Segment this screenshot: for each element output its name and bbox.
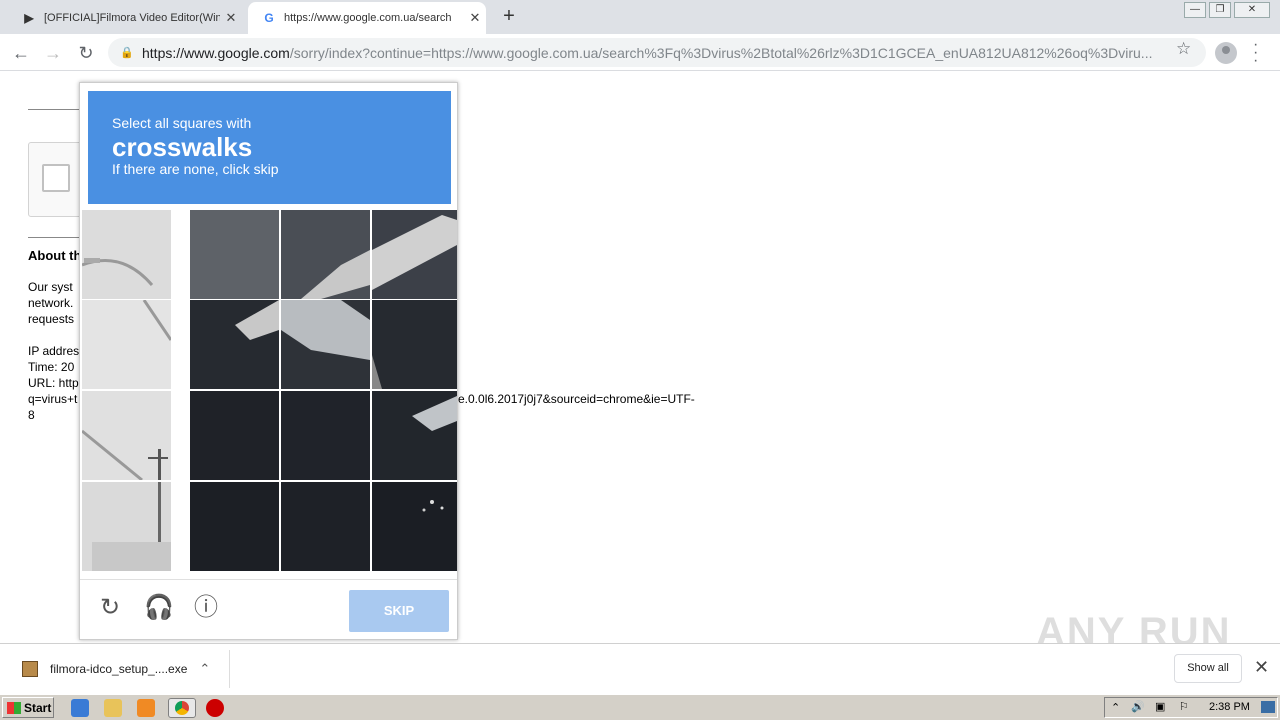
profile-avatar-icon[interactable] <box>1215 42 1237 64</box>
captcha-tile[interactable] <box>372 391 457 480</box>
close-window-button[interactable]: ✕ <box>1234 2 1270 18</box>
tab-strip: ▶ [OFFICIAL]Filmora Video Editor(Wind ✕ … <box>0 0 1280 34</box>
installer-file-icon <box>22 661 38 677</box>
download-item[interactable]: filmora-idco_setup_....exe ⌃ <box>12 650 230 688</box>
captcha-tile[interactable] <box>190 391 279 480</box>
captcha-instruction: Select all squares with <box>112 115 252 131</box>
captcha-keyword: crosswalks <box>112 132 253 162</box>
screen: ▶ [OFFICIAL]Filmora Video Editor(Wind ✕ … <box>0 0 1280 720</box>
recaptcha-checkbox[interactable] <box>42 164 70 192</box>
captcha-tile[interactable] <box>82 391 171 482</box>
opera-icon[interactable] <box>206 699 224 717</box>
browser-toolbar: ← → ↻ 🔒 https://www.google.com /sorry/in… <box>0 34 1280 71</box>
text-line: IP addres <box>28 344 80 358</box>
back-icon[interactable]: ← <box>8 40 34 66</box>
tab-google[interactable]: G https://www.google.com.ua/search ✕ <box>248 2 486 34</box>
address-bar[interactable]: 🔒 https://www.google.com /sorry/index?co… <box>108 38 1206 67</box>
google-favicon-icon: G <box>264 11 274 25</box>
show-desktop-icon[interactable] <box>1261 701 1275 713</box>
media-player-icon[interactable] <box>137 699 155 717</box>
road-image <box>422 500 444 512</box>
text-line: Our syst <box>28 280 73 294</box>
chevron-up-icon[interactable]: ⌃ <box>199 661 210 677</box>
chrome-taskbar-button[interactable] <box>168 698 196 718</box>
road-image <box>372 355 382 389</box>
flag-icon[interactable]: ⚐ <box>1179 700 1189 713</box>
tab-close-icon[interactable]: ✕ <box>220 10 242 26</box>
captcha-tile[interactable] <box>372 210 457 299</box>
captcha-tile[interactable] <box>82 482 171 571</box>
bookmark-star-icon[interactable]: ☆ <box>1176 39 1191 59</box>
ie-icon[interactable] <box>71 699 89 717</box>
pole-image <box>82 429 168 482</box>
info-icon[interactable]: ⓘ <box>192 594 220 622</box>
captcha-tile[interactable] <box>372 482 457 571</box>
captcha-hint: If there are none, click skip <box>112 161 279 177</box>
skip-button[interactable]: SKIP <box>349 590 449 632</box>
new-tab-button[interactable]: + <box>498 6 520 28</box>
lock-icon: 🔒 <box>120 47 134 59</box>
reload-icon[interactable]: ↻ <box>73 40 99 66</box>
minimize-button[interactable]: — <box>1184 2 1206 18</box>
explorer-icon[interactable] <box>104 699 122 717</box>
captcha-tile[interactable] <box>281 210 370 299</box>
tab-title: [OFFICIAL]Filmora Video Editor(Wind <box>44 12 220 24</box>
text-line: Time: 20 <box>28 360 75 374</box>
tab-title: https://www.google.com.ua/search <box>284 12 452 24</box>
streetlight-image <box>82 258 154 286</box>
crosswalk-stripe <box>235 300 279 340</box>
download-file-name: filmora-idco_setup_....exe <box>50 662 188 676</box>
network-icon[interactable]: ▣ <box>1155 700 1165 713</box>
captcha-tile[interactable] <box>82 210 171 299</box>
kebab-menu-icon[interactable]: · · · <box>1253 37 1258 69</box>
crosswalk-stripe <box>372 215 457 290</box>
captcha-header: Select all squares with crosswalks If th… <box>88 91 451 204</box>
start-label: Start <box>24 700 52 715</box>
start-button[interactable]: Start <box>2 697 54 718</box>
captcha-dialog: Select all squares with crosswalks If th… <box>79 82 458 640</box>
system-tray: ⌃ 🔊 ▣ ⚐ 2:38 PM <box>1104 697 1278 718</box>
tray-expand-icon[interactable]: ⌃ <box>1111 701 1120 714</box>
crosswalk-stripe <box>412 396 457 431</box>
windows-logo-icon <box>7 701 21 714</box>
captcha-tile[interactable] <box>281 300 370 389</box>
text-line: network. <box>28 296 74 310</box>
url-text-tail: e.0.0l6.2017j0j7&sourceid=chrome&ie=UTF- <box>458 392 695 406</box>
show-all-button[interactable]: Show all <box>1174 654 1242 683</box>
restore-button[interactable]: ❐ <box>1209 2 1231 18</box>
text-line: 8 <box>28 408 35 422</box>
forward-icon[interactable]: → <box>40 40 66 66</box>
pole-image <box>92 482 171 571</box>
clock: 2:38 PM <box>1209 701 1250 713</box>
captcha-tile[interactable] <box>190 210 279 299</box>
captcha-tile[interactable] <box>82 299 173 389</box>
about-heading: About th <box>28 248 82 263</box>
captcha-tile[interactable] <box>372 300 457 389</box>
tab-close-icon[interactable]: ✕ <box>464 10 486 26</box>
crosswalk-stripe <box>301 250 370 299</box>
captcha-tile[interactable] <box>281 482 370 571</box>
volume-icon[interactable]: 🔊 <box>1131 700 1145 713</box>
pole-image <box>142 299 173 341</box>
taskbar: Start ⌃ 🔊 ▣ ⚐ 2:38 PM <box>0 694 1280 720</box>
close-download-bar-icon[interactable]: ✕ <box>1254 657 1269 678</box>
url-path: /sorry/index?continue=https://www.google… <box>289 44 1153 61</box>
captcha-footer: ↻ 🎧 ⓘ SKIP <box>80 579 457 639</box>
text-line: q=virus+t <box>28 392 78 406</box>
chrome-icon <box>175 701 189 715</box>
text-line: URL: http <box>28 376 79 390</box>
url-host: https://www.google.com <box>142 44 290 61</box>
crosswalk-stripe <box>281 300 370 360</box>
reload-challenge-icon[interactable]: ↻ <box>96 594 124 622</box>
download-bar: filmora-idco_setup_....exe ⌃ Show all ✕ <box>0 643 1280 693</box>
audio-challenge-icon[interactable]: 🎧 <box>144 594 174 622</box>
filmora-favicon-icon: ▶ <box>24 11 34 25</box>
captcha-tile[interactable] <box>190 482 279 571</box>
captcha-tile[interactable] <box>190 300 279 389</box>
captcha-image-grid <box>82 210 457 573</box>
text-line: requests <box>28 312 75 326</box>
tab-filmora[interactable]: ▶ [OFFICIAL]Filmora Video Editor(Wind ✕ <box>8 2 242 34</box>
captcha-tile[interactable] <box>281 391 370 480</box>
